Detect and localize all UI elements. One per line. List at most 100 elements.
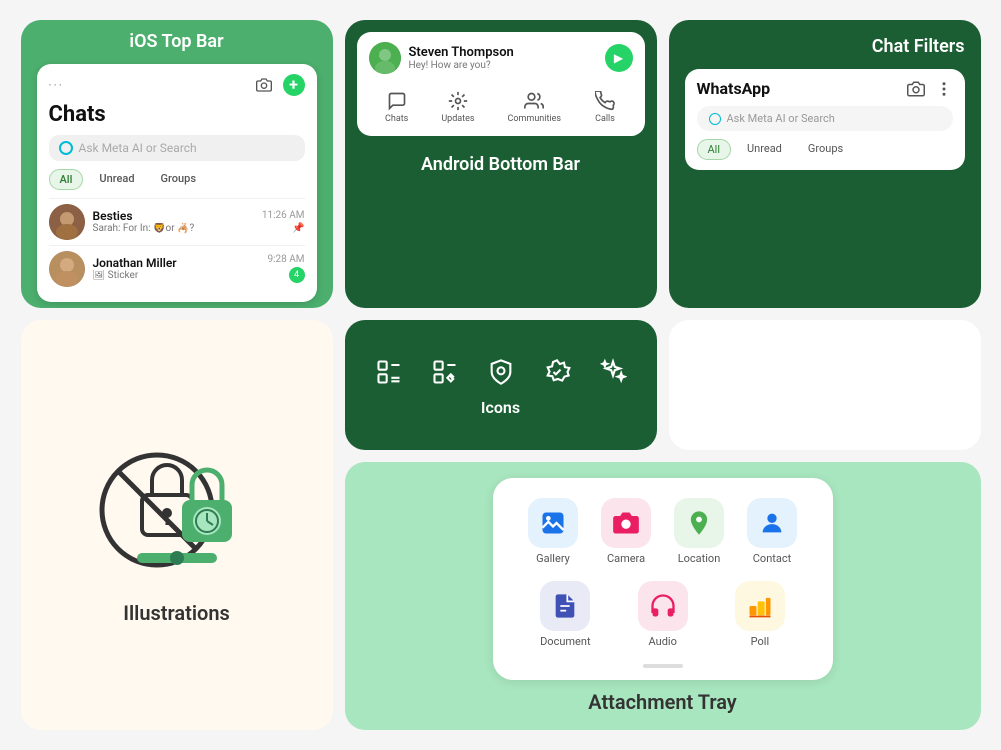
contact-icon	[747, 498, 797, 548]
ios-search-placeholder: Ask Meta AI or Search	[79, 141, 197, 155]
filters-search-icon	[709, 113, 721, 125]
edit-list-icon	[427, 354, 463, 390]
list-icon	[371, 354, 407, 390]
attachment-handle	[643, 664, 683, 668]
android-nav-calls[interactable]: Calls	[594, 90, 616, 124]
android-chats-label: Chats	[385, 114, 408, 124]
android-contact-avatar	[369, 42, 401, 74]
chat-item-besties[interactable]: Besties Sarah: For In: 🦁or 🦂? 11:26 AM 📌	[49, 198, 305, 245]
android-contact-status: Hey! How are you?	[409, 60, 514, 71]
pin-icon: 📌	[292, 223, 304, 234]
filters-camera-icon[interactable]	[907, 80, 925, 98]
android-calls-label: Calls	[595, 114, 615, 124]
android-bottom-nav: Chats Updates Communities	[369, 82, 633, 126]
avatar-besties	[49, 204, 85, 240]
android-nav-communities[interactable]: Communities	[508, 90, 561, 124]
android-nav-chats[interactable]: Chats	[385, 90, 408, 124]
chat-badge-jonathan: 4	[289, 267, 305, 283]
colors-card-title: Colors	[801, 419, 848, 438]
filters-search-bar[interactable]: Ask Meta AI or Search	[697, 106, 953, 131]
android-calls-icon	[594, 90, 616, 112]
ios-mockup: ··· + Chats Ask Meta AI or Search A	[37, 64, 317, 302]
ios-card-title: iOS Top Bar	[129, 31, 223, 52]
attachment-mockup: Gallery Camera Location	[493, 478, 833, 680]
filter-unread[interactable]: Unread	[89, 169, 144, 190]
camera-label: Camera	[607, 552, 645, 565]
gallery-label: Gallery	[536, 552, 570, 565]
android-updates-label: Updates	[441, 114, 474, 124]
camera-icon	[601, 498, 651, 548]
attachment-row-1: Gallery Camera Location	[517, 498, 809, 565]
android-nav-updates[interactable]: Updates	[441, 90, 474, 124]
ios-top-bar-card: iOS Top Bar ··· + Chats Ask Meta AI o	[21, 20, 333, 308]
chat-item-jonathan[interactable]: Jonathan Miller 🖼 Sticker 9:28 AM 4	[49, 245, 305, 292]
search-circle-icon	[59, 141, 73, 155]
location-label: Location	[678, 552, 721, 565]
audio-label: Audio	[649, 635, 677, 648]
contact-label: Contact	[753, 552, 791, 565]
ios-dots: ···	[49, 78, 64, 92]
ios-chats-heading: Chats	[49, 102, 305, 127]
illustrations-card-title: Illustrations	[123, 601, 230, 625]
ios-search-bar[interactable]: Ask Meta AI or Search	[49, 135, 305, 161]
filters-icons	[907, 80, 953, 98]
icons-card-title: Icons	[481, 398, 520, 417]
filter-chip-unread[interactable]: Unread	[737, 139, 792, 160]
attachment-audio[interactable]: Audio	[638, 581, 688, 648]
filters-more-icon[interactable]	[935, 80, 953, 98]
main-grid: iOS Top Bar ··· + Chats Ask Meta AI o	[11, 10, 991, 740]
location-icon	[674, 498, 724, 548]
filters-search-placeholder: Ask Meta AI or Search	[727, 112, 835, 125]
android-mockup: Steven Thompson Hey! How are you? ▶ Chat…	[357, 32, 645, 136]
android-chats-icon	[386, 90, 408, 112]
gallery-icon	[528, 498, 578, 548]
attachment-contact[interactable]: Contact	[747, 498, 797, 565]
document-label: Document	[540, 635, 590, 648]
filters-mockup: WhatsApp Ask Meta AI or Search All Unrea…	[685, 69, 965, 170]
attachment-poll[interactable]: Poll	[735, 581, 785, 648]
filter-chip-groups[interactable]: Groups	[798, 139, 853, 160]
android-communities-label: Communities	[508, 114, 561, 124]
filters-app-name: WhatsApp	[697, 79, 771, 98]
filter-groups[interactable]: Groups	[151, 169, 206, 190]
chat-filters-title: Chat Filters	[685, 36, 965, 57]
poll-label: Poll	[751, 635, 770, 648]
attachment-card-title: Attachment Tray	[588, 690, 736, 714]
ios-filter-row: All Unread Groups	[49, 169, 305, 190]
poll-icon	[735, 581, 785, 631]
attachment-camera[interactable]: Camera	[601, 498, 651, 565]
android-bottom-bar-card: Steven Thompson Hey! How are you? ▶ Chat…	[345, 20, 657, 308]
ios-camera-icon[interactable]	[253, 74, 275, 96]
document-icon	[540, 581, 590, 631]
android-contact-name: Steven Thompson	[409, 45, 514, 60]
chat-name-besties: Besties	[93, 209, 254, 223]
android-video-call-button[interactable]: ▶	[605, 44, 633, 72]
filters-chips: All Unread Groups	[697, 139, 953, 160]
sparkles-icon	[595, 354, 631, 390]
chat-preview-jonathan: 🖼 Sticker	[93, 270, 260, 281]
attachment-location[interactable]: Location	[674, 498, 724, 565]
chat-time-jonathan: 9:28 AM	[267, 254, 304, 265]
ios-new-chat-button[interactable]: +	[283, 74, 305, 96]
attachment-document[interactable]: Document	[540, 581, 590, 648]
colors-card: Colors	[669, 320, 981, 450]
icons-card: Icons	[345, 320, 657, 450]
attachment-gallery[interactable]: Gallery	[528, 498, 578, 565]
icons-row	[361, 354, 641, 390]
chat-filters-card: Chat Filters WhatsApp Ask Meta AI or Sea…	[669, 20, 981, 308]
filter-all[interactable]: All	[49, 169, 84, 190]
shield-icon	[483, 354, 519, 390]
illustration-art	[87, 425, 267, 585]
attachment-tray-card: Gallery Camera Location	[345, 462, 981, 730]
chat-preview-besties: Sarah: For In: 🦁or 🦂?	[93, 223, 254, 234]
attachment-row-2: Document Audio Poll	[517, 581, 809, 648]
verified-icon	[539, 354, 575, 390]
android-communities-icon	[523, 90, 545, 112]
android-updates-icon	[447, 90, 469, 112]
audio-icon	[638, 581, 688, 631]
filter-chip-all[interactable]: All	[697, 139, 732, 160]
chat-name-jonathan: Jonathan Miller	[93, 256, 260, 270]
android-card-title: Android Bottom Bar	[421, 154, 580, 175]
chat-time-besties: 11:26 AM	[262, 210, 305, 221]
illustrations-card: Illustrations	[21, 320, 333, 730]
